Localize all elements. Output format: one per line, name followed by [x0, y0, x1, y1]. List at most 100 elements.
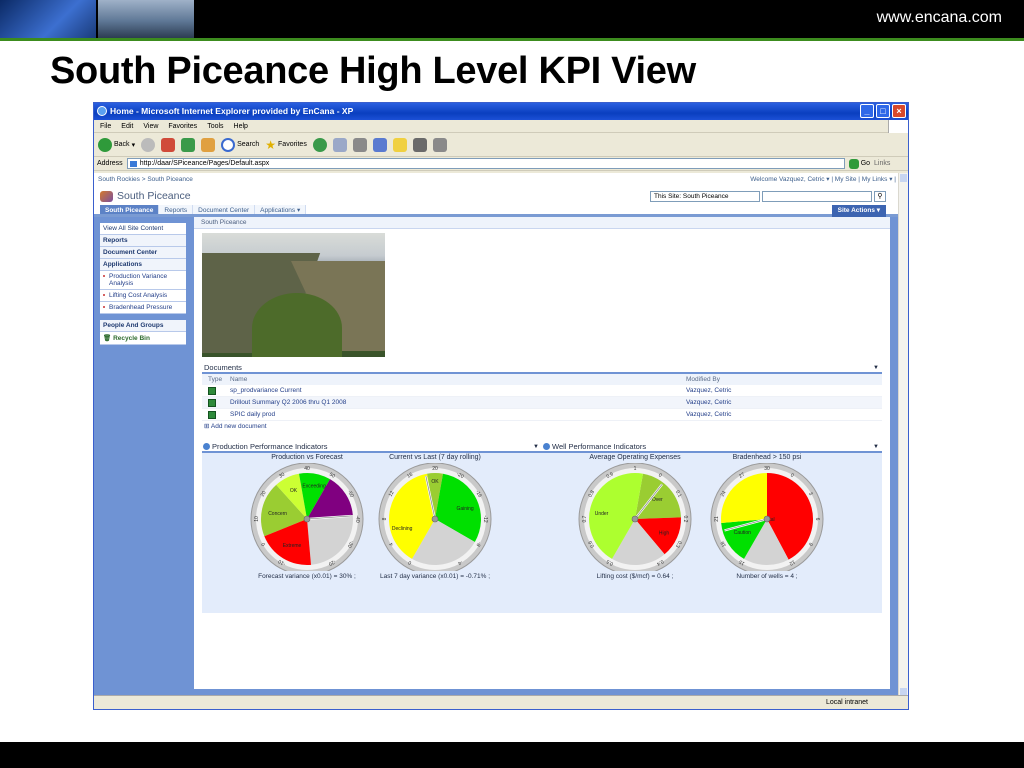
webpart-menu-icon[interactable]: ▼ [873, 441, 879, 453]
zone-indicator: Local intranet [825, 699, 868, 706]
nav-applications[interactable]: Applications [100, 259, 186, 271]
gauge-sector-label: OK [290, 488, 298, 494]
gauge-title: Current vs Last (7 day rolling) [389, 454, 481, 461]
view-all-content-link[interactable]: View All Site Content [100, 223, 186, 235]
gauge-tick-label: 21 [714, 516, 720, 522]
tab-south-piceance[interactable]: South Piceance [100, 205, 160, 214]
window-title: Home - Microsoft Internet Explorer provi… [110, 106, 354, 116]
recycle-bin-icon: 🗑 [103, 335, 112, 342]
gauge-sector-label: Exceeding [302, 484, 326, 490]
nav-document-center[interactable]: Document Center [100, 247, 186, 259]
nav-lifting-cost[interactable]: Lifting Cost Analysis [100, 290, 186, 302]
search-input[interactable] [762, 191, 872, 202]
folder-icon[interactable] [392, 137, 407, 152]
gauge-tick-label: 40 [304, 466, 310, 472]
nav-bradenhead[interactable]: Bradenhead Pressure [100, 302, 186, 314]
valley-photo [202, 233, 385, 357]
address-bar: Address http://daar/SPiceance/Pages/Defa… [94, 157, 908, 171]
gauge-bradenhead[interactable]: CriticalOKCaution151821242730036912 [704, 463, 830, 571]
gauge-title: Production vs Forecast [271, 454, 343, 461]
top-breadcrumb[interactable]: South Rockies > South Piceance [98, 173, 193, 187]
back-arrow-icon [98, 137, 112, 152]
documents-webpart: Documents ▼ Type Name Modified By sp_prod… [202, 362, 882, 433]
gauge-current-vs-last[interactable]: OKGainingDeclining048121620-20-16-12-8-4 [372, 463, 498, 571]
forward-button[interactable] [141, 137, 156, 152]
refresh-button[interactable] [181, 137, 196, 152]
slide-url: www.encana.com [876, 9, 1002, 26]
header-divider [0, 38, 1024, 41]
quick-launch: View All Site Content Reports Document C… [100, 223, 186, 345]
favorites-button[interactable]: ★ Favorites [265, 138, 307, 152]
nav-production-variance[interactable]: Production Variance Analysis [100, 271, 186, 290]
search-go-icon[interactable]: ⚲ [874, 191, 886, 202]
menu-bar: File Edit View Favorites Tools Help [94, 120, 908, 133]
menu-view[interactable]: View [143, 120, 158, 132]
webpart-menu-icon[interactable]: ▼ [873, 362, 879, 374]
gauge-operating-expenses[interactable]: OverHighUnder0.50.60.70.80.9100.10.20.30… [572, 463, 698, 571]
page-breadcrumb: South Piceance [194, 217, 890, 229]
gauge-hub [631, 515, 639, 523]
mail-button[interactable] [332, 137, 347, 152]
page-scrollbar[interactable] [898, 173, 908, 697]
gauge-tick-label: 1 [634, 466, 637, 472]
gauge-sector-label: OK [431, 479, 439, 485]
nav-recycle-bin[interactable]: 🗑 Recycle Bin [100, 332, 186, 345]
maximize-button[interactable]: □ [876, 104, 890, 118]
edit-button[interactable] [372, 137, 387, 152]
site-logo-icon [100, 190, 113, 202]
back-button[interactable]: Back ▾ [98, 137, 135, 152]
gauge-production-vs-forecast[interactable]: ConcernOKExceedingExtreme-1001020304050-… [244, 463, 370, 571]
address-input[interactable]: http://daar/SPiceance/Pages/Default.aspx [126, 158, 845, 169]
go-arrow-icon [848, 158, 859, 169]
nav-reports[interactable]: Reports [100, 235, 186, 247]
minimize-button[interactable]: _ [860, 104, 874, 118]
status-bar: Local intranet [94, 695, 908, 709]
gauge-sector-label: High [659, 531, 670, 537]
browser-toolbar: Back ▾ Search ★ Favorites [94, 133, 908, 157]
gauge-sector-label: Under [595, 511, 609, 517]
gauge-hub [303, 515, 311, 523]
menu-help[interactable]: Help [234, 120, 248, 132]
page-content: South Rockies > South Piceance Welcome V… [94, 173, 900, 697]
site-title[interactable]: South Piceance [100, 190, 191, 202]
tab-reports[interactable]: Reports [159, 205, 194, 214]
slide-header-bar: www.encana.com [0, 0, 1024, 38]
table-row[interactable]: Drillout Summary Q2 2006 thru Q1 2008 Va… [202, 397, 882, 409]
home-button[interactable] [201, 137, 216, 152]
menu-favorites[interactable]: Favorites [168, 120, 197, 132]
gauge-tick-label: -40 [354, 515, 360, 522]
table-row[interactable]: SPIC daily prod Vazquez, Cetric [202, 409, 882, 421]
gauge-sector-label: Concern [268, 511, 287, 517]
gauge-tick-label: 6 [814, 518, 820, 521]
tab-applications[interactable]: Applications ▾ [255, 205, 307, 214]
header-photo-left [0, 0, 96, 38]
history-button[interactable] [312, 137, 327, 152]
gauge-sector-label: Extreme [283, 543, 302, 549]
table-row[interactable]: sp_prodvariance Current Vazquez, Cetric [202, 385, 882, 397]
sp-body: View All Site Content Reports Document C… [94, 217, 900, 697]
research-icon[interactable] [412, 137, 427, 152]
gauge-caption: Forecast variance (x0.01) = 30% ; [258, 573, 356, 580]
site-actions-button[interactable]: Site Actions ▾ [831, 205, 886, 217]
stop-button[interactable] [161, 137, 176, 152]
gauge-caption: Last 7 day variance (x0.01) = -0.71% ; [379, 573, 491, 580]
menu-file[interactable]: File [100, 120, 111, 132]
search-scope-select[interactable]: This Site: South Piceance [650, 191, 760, 202]
close-button[interactable]: × [892, 104, 906, 118]
add-new-document-link[interactable]: ⊞ Add new document [202, 421, 882, 433]
slide-title: South Piceance High Level KPI View [50, 50, 696, 92]
welcome-menu[interactable]: Welcome Vazquez, Cetric ▾ | My Site | My… [750, 173, 896, 187]
production-kpi-title: Production Performance Indicators ▼ [202, 441, 542, 453]
print-button[interactable] [352, 137, 367, 152]
webpart-menu-icon[interactable]: ▼ [533, 441, 539, 453]
menu-edit[interactable]: Edit [121, 120, 133, 132]
menu-tools[interactable]: Tools [207, 120, 223, 132]
go-button[interactable]: Go [848, 158, 870, 169]
messenger-icon[interactable] [432, 137, 447, 152]
links-button[interactable]: Links [874, 160, 890, 167]
search-button[interactable]: Search [221, 137, 259, 152]
gauge-title: Bradenhead > 150 psi [732, 454, 802, 461]
nav-people-groups[interactable]: People And Groups [100, 320, 186, 332]
tab-document-center[interactable]: Document Center [193, 205, 256, 214]
excel-icon [208, 399, 216, 407]
